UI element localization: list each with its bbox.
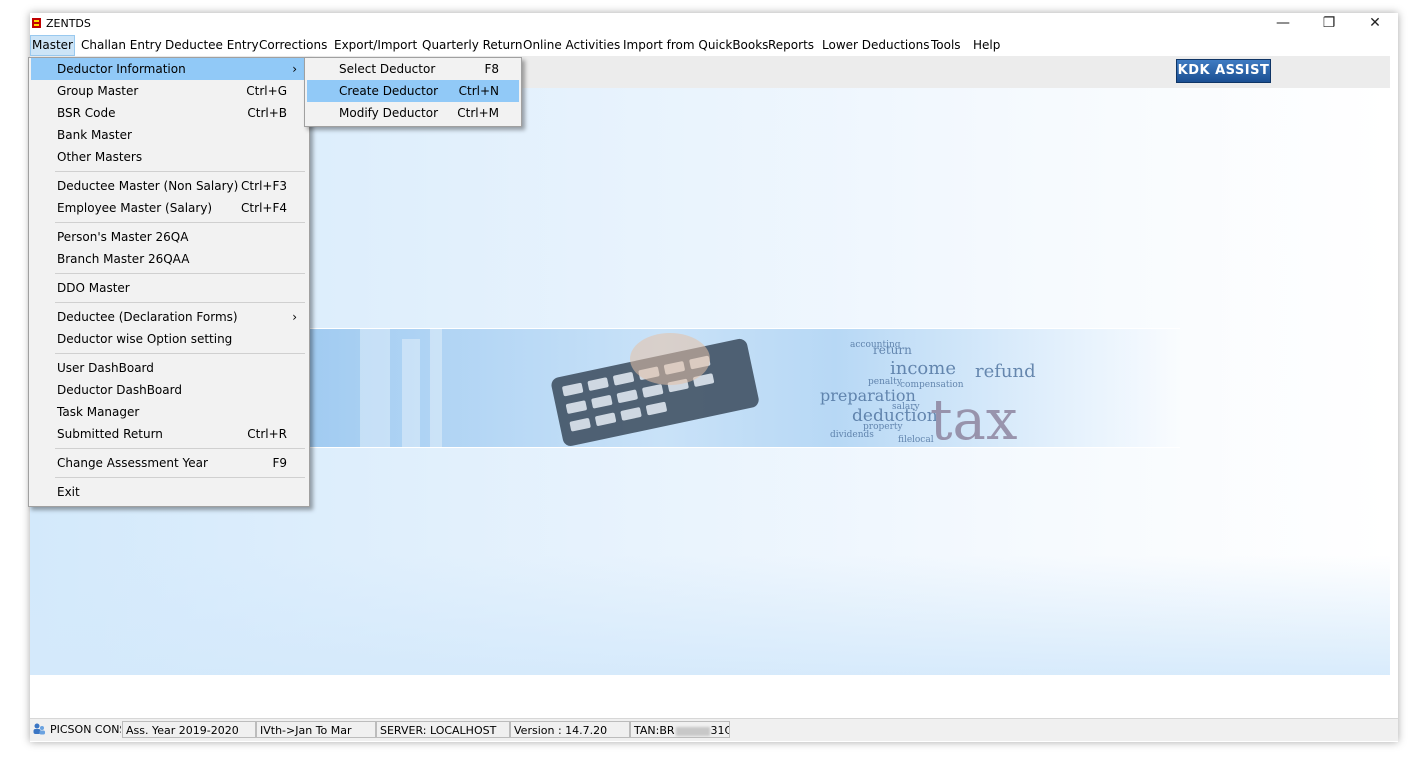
menu-tools[interactable]: Tools xyxy=(930,35,962,56)
svg-text:compensation: compensation xyxy=(900,380,964,390)
status-version: Version : 14.7.20 xyxy=(510,721,630,738)
menu-corrections[interactable]: Corrections xyxy=(258,35,328,56)
submenu-item-select-deductor[interactable]: Select Deductor F8 xyxy=(307,58,519,80)
menu-separator xyxy=(55,222,305,223)
svg-text:accounting: accounting xyxy=(850,340,901,350)
menu-separator xyxy=(55,302,305,303)
word-cloud: income refund preparation deduction tax … xyxy=(820,340,1036,447)
tan-redacted xyxy=(675,726,710,736)
chevron-right-icon: › xyxy=(292,62,297,76)
menu-item-user-dashboard[interactable]: User DashBoard xyxy=(31,357,307,379)
status-quarter: IVth->Jan To Mar xyxy=(256,721,376,738)
close-button[interactable]: ✕ xyxy=(1352,13,1398,33)
menu-import-quickbooks[interactable]: Import from QuickBooks xyxy=(622,35,769,56)
menu-item-other-masters[interactable]: Other Masters xyxy=(31,146,307,168)
minimize-button[interactable]: — xyxy=(1260,13,1306,33)
menu-item-task-manager[interactable]: Task Manager xyxy=(31,401,307,423)
svg-text:property: property xyxy=(863,422,903,432)
svg-text:file: file xyxy=(898,435,912,445)
window-title: ZENTDS xyxy=(46,17,91,30)
status-server: SERVER: LOCALHOST xyxy=(376,721,510,738)
menu-separator xyxy=(55,353,305,354)
menu-help[interactable]: Help xyxy=(972,35,1001,56)
menu-quarterly-return[interactable]: Quarterly Return xyxy=(421,35,523,56)
app-logo-icon xyxy=(32,18,41,28)
menu-item-deductee-master[interactable]: Deductee Master (Non Salary) Ctrl+F3 xyxy=(31,175,307,197)
menu-bar: Master Challan Entry Deductee Entry Corr… xyxy=(30,35,1398,56)
submenu-item-modify-deductor[interactable]: Modify Deductor Ctrl+M xyxy=(307,102,519,124)
menu-online-activities[interactable]: Online Activities xyxy=(522,35,621,56)
hand-illustration xyxy=(630,333,710,385)
title-bar: ZENTDS — ❐ ✕ xyxy=(30,13,1398,35)
menu-item-employee-master[interactable]: Employee Master (Salary) Ctrl+F4 xyxy=(31,197,307,219)
menu-master[interactable]: Master xyxy=(30,35,75,56)
menu-item-bsr-code[interactable]: BSR Code Ctrl+B xyxy=(31,102,307,124)
menu-lower-deductions[interactable]: Lower Deductions xyxy=(821,35,930,56)
svg-text:income: income xyxy=(890,358,956,379)
menu-separator xyxy=(55,448,305,449)
menu-separator xyxy=(55,273,305,274)
status-tan: TAN:BR 31C xyxy=(630,721,730,738)
menu-deductee-entry[interactable]: Deductee Entry xyxy=(164,35,260,56)
menu-item-ddo-master[interactable]: DDO Master xyxy=(31,277,307,299)
status-bar: PICSON CONS Ass. Year 2019-2020 IVth->Ja… xyxy=(30,718,1398,741)
menu-separator xyxy=(55,477,305,478)
svg-text:local: local xyxy=(912,435,934,445)
menu-item-branch-master-26qaa[interactable]: Branch Master 26QAA xyxy=(31,248,307,270)
users-icon xyxy=(33,723,45,735)
menu-separator xyxy=(55,171,305,172)
menu-item-bank-master[interactable]: Bank Master xyxy=(31,124,307,146)
master-dropdown: Deductor Information › Group Master Ctrl… xyxy=(28,57,310,507)
maximize-button[interactable]: ❐ xyxy=(1306,13,1352,33)
tan-suffix: 31C xyxy=(710,724,729,737)
svg-text:tax: tax xyxy=(930,388,1017,447)
menu-item-group-master[interactable]: Group Master Ctrl+G xyxy=(31,80,307,102)
menu-challan-entry[interactable]: Challan Entry xyxy=(80,35,163,56)
svg-text:penalty: penalty xyxy=(868,377,903,387)
menu-item-person-master-26qa[interactable]: Person's Master 26QA xyxy=(31,226,307,248)
menu-item-deductor-dashboard[interactable]: Deductor DashBoard xyxy=(31,379,307,401)
kdk-assist-button[interactable]: KDK ASSIST xyxy=(1176,59,1271,83)
menu-item-change-assessment-year[interactable]: Change Assessment Year F9 xyxy=(31,452,307,474)
menu-reports[interactable]: Reports xyxy=(767,35,815,56)
svg-text:refund: refund xyxy=(975,361,1036,382)
menu-export-import[interactable]: Export/Import xyxy=(333,35,418,56)
deductor-submenu: Select Deductor F8 Create Deductor Ctrl+… xyxy=(304,57,522,127)
status-company: PICSON CONS xyxy=(47,721,121,738)
background-fade xyxy=(30,555,1390,675)
menu-item-deductor-option-setting[interactable]: Deductor wise Option setting xyxy=(31,328,307,350)
status-assessment-year: Ass. Year 2019-2020 xyxy=(122,721,256,738)
chevron-right-icon: › xyxy=(292,310,297,324)
tan-prefix: TAN:BR xyxy=(634,724,675,737)
menu-item-deductor-information[interactable]: Deductor Information › xyxy=(31,58,307,80)
menu-item-deductee-declaration-forms[interactable]: Deductee (Declaration Forms) › xyxy=(31,306,307,328)
svg-text:salary: salary xyxy=(892,402,921,412)
menu-item-exit[interactable]: Exit xyxy=(31,481,307,503)
menu-item-submitted-return[interactable]: Submitted Return Ctrl+R xyxy=(31,423,307,445)
submenu-item-create-deductor[interactable]: Create Deductor Ctrl+N xyxy=(307,80,519,102)
